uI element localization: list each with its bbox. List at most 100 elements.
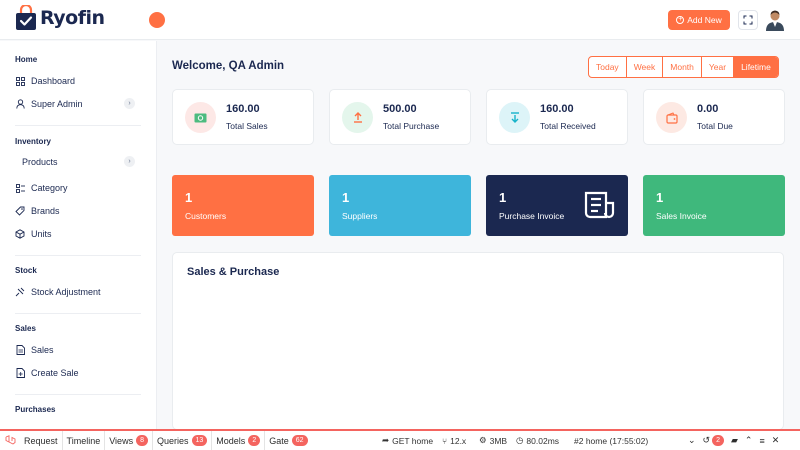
stat-total-received: 160.00 Total Received [486,89,628,145]
sidebar-section-stock: Stock [15,266,37,275]
sidebar-divider [15,255,141,256]
debug-memory-text: 3MB [489,435,508,446]
sidebar-toggle-button[interactable] [149,12,165,28]
debug-tab-label: Gate [269,435,289,446]
filter-week[interactable]: Week [627,57,664,77]
expand-icon [743,15,753,25]
date-filter-group: Today Week Month Year Lifetime [588,56,779,78]
card-sales-invoice[interactable]: 1 Sales Invoice [643,175,785,236]
sidebar-item-super-admin[interactable]: Super Admin › [15,98,135,109]
card-customers[interactable]: 1 Customers [172,175,314,236]
filter-month[interactable]: Month [663,57,702,77]
chevron-up-icon[interactable]: ⌃ [745,435,753,446]
chevron-down-icon[interactable]: ⌄ [688,435,696,446]
debug-tab-label: Views [109,435,134,446]
card-count: 1 [185,190,193,205]
sidebar-item-products[interactable]: Products › [22,156,135,167]
filter-lifetime[interactable]: Lifetime [734,57,778,77]
debug-route-text: GET home [392,435,434,446]
sidebar-item-label: Dashboard [31,76,76,86]
sidebar-item-label: Category [31,183,68,193]
card-suppliers[interactable]: 1 Suppliers [329,175,471,236]
stat-value: 0.00 [697,103,719,115]
stat-label: Total Purchase [383,121,440,131]
top-bar: Ryofin + Add New [0,0,800,40]
debug-count-badge: 8 [136,435,148,446]
sidebar-item-label: Products [22,157,58,167]
debug-count-badge: 2 [248,435,261,446]
debug-count-badge: 13 [191,435,208,446]
laravel-logo-icon[interactable] [0,431,20,450]
sales-purchase-panel: Sales & Purchase [172,252,784,430]
sidebar-item-create-sale[interactable]: Create Sale [15,368,135,378]
filter-today[interactable]: Today [589,57,627,77]
logo[interactable]: Ryofin [15,3,105,31]
grid-icon [15,76,25,86]
plus-circle-icon: + [676,16,685,24]
panel-title: Sales & Purchase [187,266,280,278]
debug-tab-label: Models [216,435,246,446]
clock-icon: ◷ [516,435,524,445]
sidebar-divider [15,394,141,395]
stat-total-purchase: 500.00 Total Purchase [329,89,471,145]
upload-icon [342,102,373,133]
share-arrow-icon: ➦ [382,435,390,445]
debug-time: ◷ 80.02ms [516,431,559,450]
folder-icon[interactable]: ▰ [731,435,738,446]
debug-history-badge: 2 [712,435,724,446]
sidebar-section-home: Home [15,55,38,64]
card-label: Customers [185,211,227,221]
cash-icon [185,102,216,133]
debug-memory: ⚙ 3MB [479,431,507,450]
debug-tab-gate[interactable]: Gate 62 [265,431,311,450]
stat-total-sales: 160.00 Total Sales [172,89,314,145]
stat-value: 160.00 [226,103,260,115]
sidebar-divider [15,313,141,314]
sidebar-item-label: Units [31,229,52,239]
user-avatar[interactable] [764,9,786,31]
debug-tab-request[interactable]: Request [20,431,63,450]
box-icon [15,229,25,239]
debug-controls: ⌄ ↺ 2 ▰ ⌃ ≡ ✕ [688,431,779,450]
sidebar-item-sales[interactable]: Sales [15,345,135,355]
filter-year[interactable]: Year [702,57,735,77]
debug-tab-views[interactable]: Views 8 [105,431,153,450]
fullscreen-button[interactable] [738,10,758,30]
debug-version: ⑂ 12.x [442,431,466,450]
sidebar-divider [15,125,141,126]
settings-sliders-icon[interactable]: ≡ [759,436,764,446]
card-count: 1 [499,190,507,205]
stat-label: Total Sales [226,121,268,131]
stat-total-due: 0.00 Total Due [643,89,785,145]
stat-label: Total Due [697,121,733,131]
debug-tab-timeline[interactable]: Timeline [63,431,106,450]
wallet-icon [656,102,687,133]
debug-request-id[interactable]: #2 home (17:55:02) [574,431,648,450]
close-icon[interactable]: ✕ [772,435,780,446]
debug-bar: Request Timeline Views 8 Queries 13 Models… [0,429,800,450]
debug-tab-models[interactable]: Models 2 [212,431,266,450]
sidebar-item-label: Brands [31,206,60,216]
sidebar-section-inventory: Inventory [15,137,52,146]
card-label: Purchase Invoice [499,211,565,221]
stat-value: 500.00 [383,103,417,115]
sidebar-item-category[interactable]: Category [15,183,135,193]
tag-icon [15,206,25,216]
adjust-icon [15,287,25,297]
card-purchase-invoice[interactable]: 1 Purchase Invoice [486,175,628,236]
chevron-right-icon: › [124,98,135,109]
invoice-icon [584,191,616,221]
debug-tab-label: Request [24,435,58,446]
history-icon[interactable]: ↺ 2 [703,435,724,446]
debug-tab-queries[interactable]: Queries 13 [153,431,213,450]
debug-tab-label: Timeline [66,435,101,446]
chevron-right-icon: › [124,156,135,167]
sidebar-item-units[interactable]: Units [15,229,135,239]
debug-tab-label: Queries [156,435,189,446]
sidebar-item-brands[interactable]: Brands [15,206,135,216]
sidebar-item-dashboard[interactable]: Dashboard [15,76,135,86]
cogs-icon: ⚙ [479,435,487,445]
add-new-label: Add New [687,15,722,25]
add-new-button[interactable]: + Add New [668,10,730,30]
sidebar-item-stock-adjustment[interactable]: Stock Adjustment [15,287,135,297]
